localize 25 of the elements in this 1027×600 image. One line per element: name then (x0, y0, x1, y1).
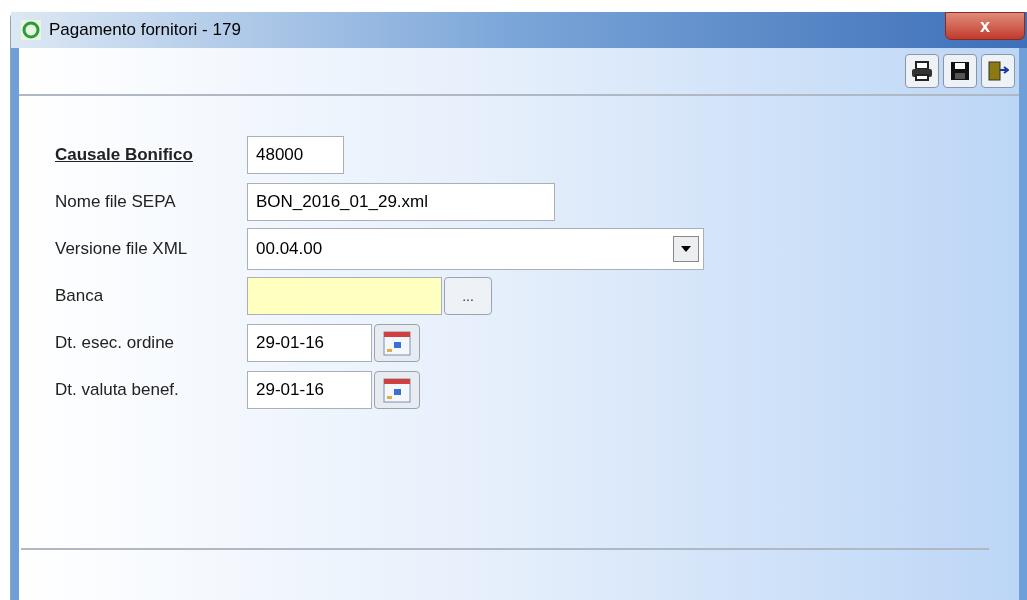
input-field[interactable]: 48000 (247, 136, 344, 174)
browse-button[interactable]: ... (444, 277, 492, 315)
app-logo-icon (21, 20, 41, 40)
printer-icon (911, 61, 933, 81)
field-label: Versione file XML (55, 238, 189, 261)
window-title: Pagamento fornitori - 179 (49, 19, 241, 42)
print-button[interactable] (905, 54, 939, 88)
close-button[interactable]: x (945, 12, 1025, 40)
door-exit-icon (987, 60, 1009, 82)
calendar-icon (383, 377, 411, 403)
field-label: Dt. esec. ordine (55, 332, 176, 355)
calendar-icon (383, 330, 411, 356)
version-dropdown[interactable]: 00.04.00 (247, 228, 704, 270)
calendar-button[interactable] (374, 371, 420, 409)
field-label: Banca (55, 285, 105, 308)
input-field[interactable]: BON_2016_01_29.xml (247, 183, 555, 221)
input-field[interactable]: 29-01-16 (247, 324, 372, 362)
calendar-button[interactable] (374, 324, 420, 362)
exit-button[interactable] (981, 54, 1015, 88)
field-label: Nome file SEPA (55, 191, 177, 214)
field-label: Dt. valuta benef. (55, 379, 180, 402)
input-field[interactable] (247, 277, 442, 315)
field-label: Causale Bonifico (55, 144, 194, 167)
input-field[interactable]: 29-01-16 (247, 371, 372, 409)
save-button[interactable] (943, 54, 977, 88)
